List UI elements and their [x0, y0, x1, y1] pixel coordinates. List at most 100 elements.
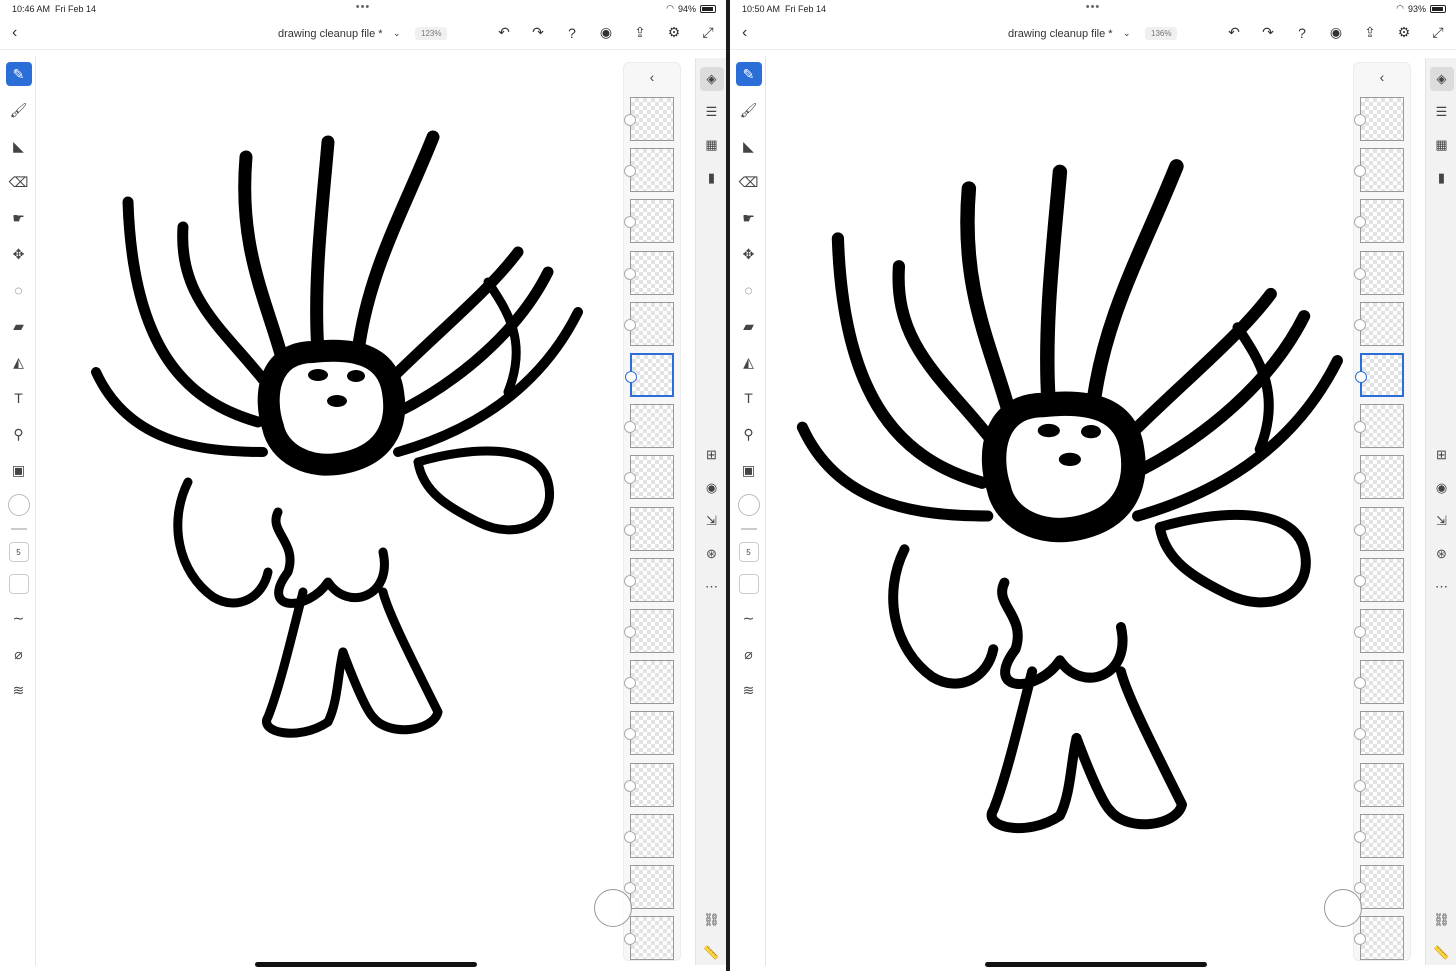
home-indicator[interactable]	[985, 962, 1207, 967]
layer-visibility-icon[interactable]	[1354, 728, 1366, 741]
move-tool[interactable]: ✥	[6, 242, 32, 266]
visibility-icon[interactable]: ◉	[700, 476, 724, 500]
image-tool[interactable]: ▣	[736, 458, 762, 482]
size-handle[interactable]	[10, 528, 27, 530]
layer-visibility-icon[interactable]	[1354, 933, 1366, 946]
eyedropper-tool[interactable]: ⚲	[736, 422, 762, 446]
color-swatch[interactable]	[7, 494, 30, 516]
more-icon[interactable]: ⋯	[1430, 575, 1454, 599]
live-brush-tool[interactable]: 🖌	[6, 98, 32, 122]
home-indicator[interactable]	[255, 962, 477, 967]
layer-visibility-icon[interactable]	[1354, 830, 1366, 843]
brush-settings-tool[interactable]: ≋	[736, 678, 762, 702]
layer-thumbnail[interactable]	[624, 148, 674, 193]
layer-thumbnail[interactable]	[1354, 455, 1404, 500]
text-tool[interactable]: T	[736, 386, 762, 410]
layer-thumbnail[interactable]	[1354, 97, 1404, 141]
flow-tool[interactable]: ∼	[6, 606, 32, 630]
layer-thumbnail[interactable]	[624, 404, 674, 449]
brush-size[interactable]: 5	[8, 542, 29, 562]
layer-thumbnail[interactable]	[624, 455, 674, 500]
layer-visibility-icon[interactable]	[624, 626, 636, 638]
layer-visibility-icon[interactable]	[624, 267, 636, 280]
move-tool[interactable]: ✥	[736, 242, 762, 266]
layer-thumbnail[interactable]	[1354, 506, 1404, 551]
fullscreen-button[interactable]: ⤢	[698, 24, 718, 41]
layer-visibility-icon[interactable]	[624, 472, 636, 485]
layer-visibility-icon[interactable]	[624, 882, 636, 894]
smoothing-tool[interactable]: ⌀	[6, 642, 32, 666]
eraser-tool[interactable]: ⌫	[736, 170, 762, 194]
layer-visibility-icon[interactable]	[1354, 523, 1366, 536]
adjustments-icon[interactable]: ☰	[1430, 100, 1454, 124]
layer-thumbnail[interactable]	[1354, 199, 1404, 244]
ruler-icon[interactable]: 📏	[700, 941, 724, 965]
paint-bucket-tool[interactable]: ▰	[736, 314, 762, 338]
fullscreen-button[interactable]: ⤢	[1428, 24, 1448, 41]
grid-icon[interactable]: ▦	[1430, 133, 1454, 157]
layer-thumbnail[interactable]	[1354, 609, 1404, 653]
layer-visibility-icon[interactable]	[624, 574, 636, 587]
layer-visibility-icon[interactable]	[624, 933, 636, 946]
multitask-dots[interactable]: •••	[1086, 1, 1101, 13]
layer-thumbnail[interactable]	[1354, 148, 1404, 193]
layer-visibility-icon[interactable]	[624, 728, 636, 741]
layers-icon[interactable]: ◈	[1429, 67, 1454, 91]
more-icon[interactable]: ⋯	[700, 575, 724, 599]
layer-visibility-icon[interactable]	[1354, 779, 1366, 792]
touch-shortcut[interactable]	[594, 889, 632, 927]
layer-visibility-icon[interactable]	[624, 318, 636, 331]
visibility-icon[interactable]: ◉	[1430, 476, 1454, 500]
layer-thumbnail[interactable]	[1354, 301, 1404, 346]
layer-thumbnail[interactable]	[624, 916, 674, 961]
layer-thumbnail[interactable]	[625, 353, 674, 397]
move-to-icon[interactable]: ⇲	[700, 509, 724, 533]
multitask-dots[interactable]: •••	[356, 1, 371, 13]
fill-brush-tool[interactable]: ◣	[6, 134, 32, 158]
layer-visibility-icon[interactable]	[624, 114, 636, 126]
back-button[interactable]: ‹	[742, 24, 747, 42]
layer-thumbnail[interactable]	[1354, 711, 1404, 756]
move-to-icon[interactable]: ⇲	[1430, 509, 1454, 533]
image-tool[interactable]: ▣	[6, 458, 32, 482]
color-swatch[interactable]	[737, 494, 760, 516]
brush-preview[interactable]	[738, 574, 759, 594]
layers-icon[interactable]: ◈	[699, 67, 724, 91]
lasso-tool[interactable]: ◌	[6, 278, 32, 302]
shape-tool[interactable]: ◭	[736, 350, 762, 374]
smoothing-tool[interactable]: ⌀	[736, 642, 762, 666]
layer-visibility-icon[interactable]	[1354, 626, 1366, 638]
comment-icon[interactable]: ▮	[700, 166, 724, 190]
layer-thumbnail[interactable]	[624, 250, 674, 295]
layer-visibility-icon[interactable]	[624, 165, 636, 178]
comment-icon[interactable]: ▮	[1430, 166, 1454, 190]
back-button[interactable]: ‹	[12, 24, 17, 42]
share-button[interactable]: ⇪	[1360, 24, 1380, 41]
layer-visibility-icon[interactable]	[1354, 421, 1366, 434]
layer-visibility-icon[interactable]	[1354, 472, 1366, 485]
layer-visibility-icon[interactable]	[624, 677, 636, 690]
pixel-brush-tool[interactable]: ✎	[5, 62, 32, 86]
share-button[interactable]: ⇪	[630, 24, 650, 41]
add-layer-icon[interactable]: ⊞	[1430, 443, 1454, 467]
help-button[interactable]: ?	[1292, 25, 1312, 41]
layer-thumbnail[interactable]	[624, 97, 674, 141]
layers-collapse-chevron-icon[interactable]: ‹	[624, 69, 680, 85]
brush-preview[interactable]	[8, 574, 29, 594]
zoom-level[interactable]: 123%	[415, 27, 448, 40]
layer-thumbnail[interactable]	[624, 506, 674, 551]
layer-visibility-icon[interactable]	[1354, 882, 1366, 894]
brush-settings-tool[interactable]: ≋	[6, 678, 32, 702]
layer-visibility-icon[interactable]	[625, 371, 637, 383]
layer-thumbnail[interactable]	[624, 865, 674, 909]
redo-button[interactable]: ↷	[1258, 24, 1278, 41]
document-title[interactable]: drawing cleanup file *	[1008, 28, 1113, 40]
eraser-tool[interactable]: ⌫	[6, 170, 32, 194]
zoom-level[interactable]: 136%	[1145, 27, 1178, 40]
grid-icon[interactable]: ▦	[700, 133, 724, 157]
layer-visibility-icon[interactable]	[624, 421, 636, 434]
ruler-icon[interactable]: 📏	[1430, 941, 1454, 965]
layer-visibility-icon[interactable]	[624, 523, 636, 536]
live-brush-tool[interactable]: 🖌	[736, 98, 762, 122]
redo-button[interactable]: ↷	[528, 24, 548, 41]
